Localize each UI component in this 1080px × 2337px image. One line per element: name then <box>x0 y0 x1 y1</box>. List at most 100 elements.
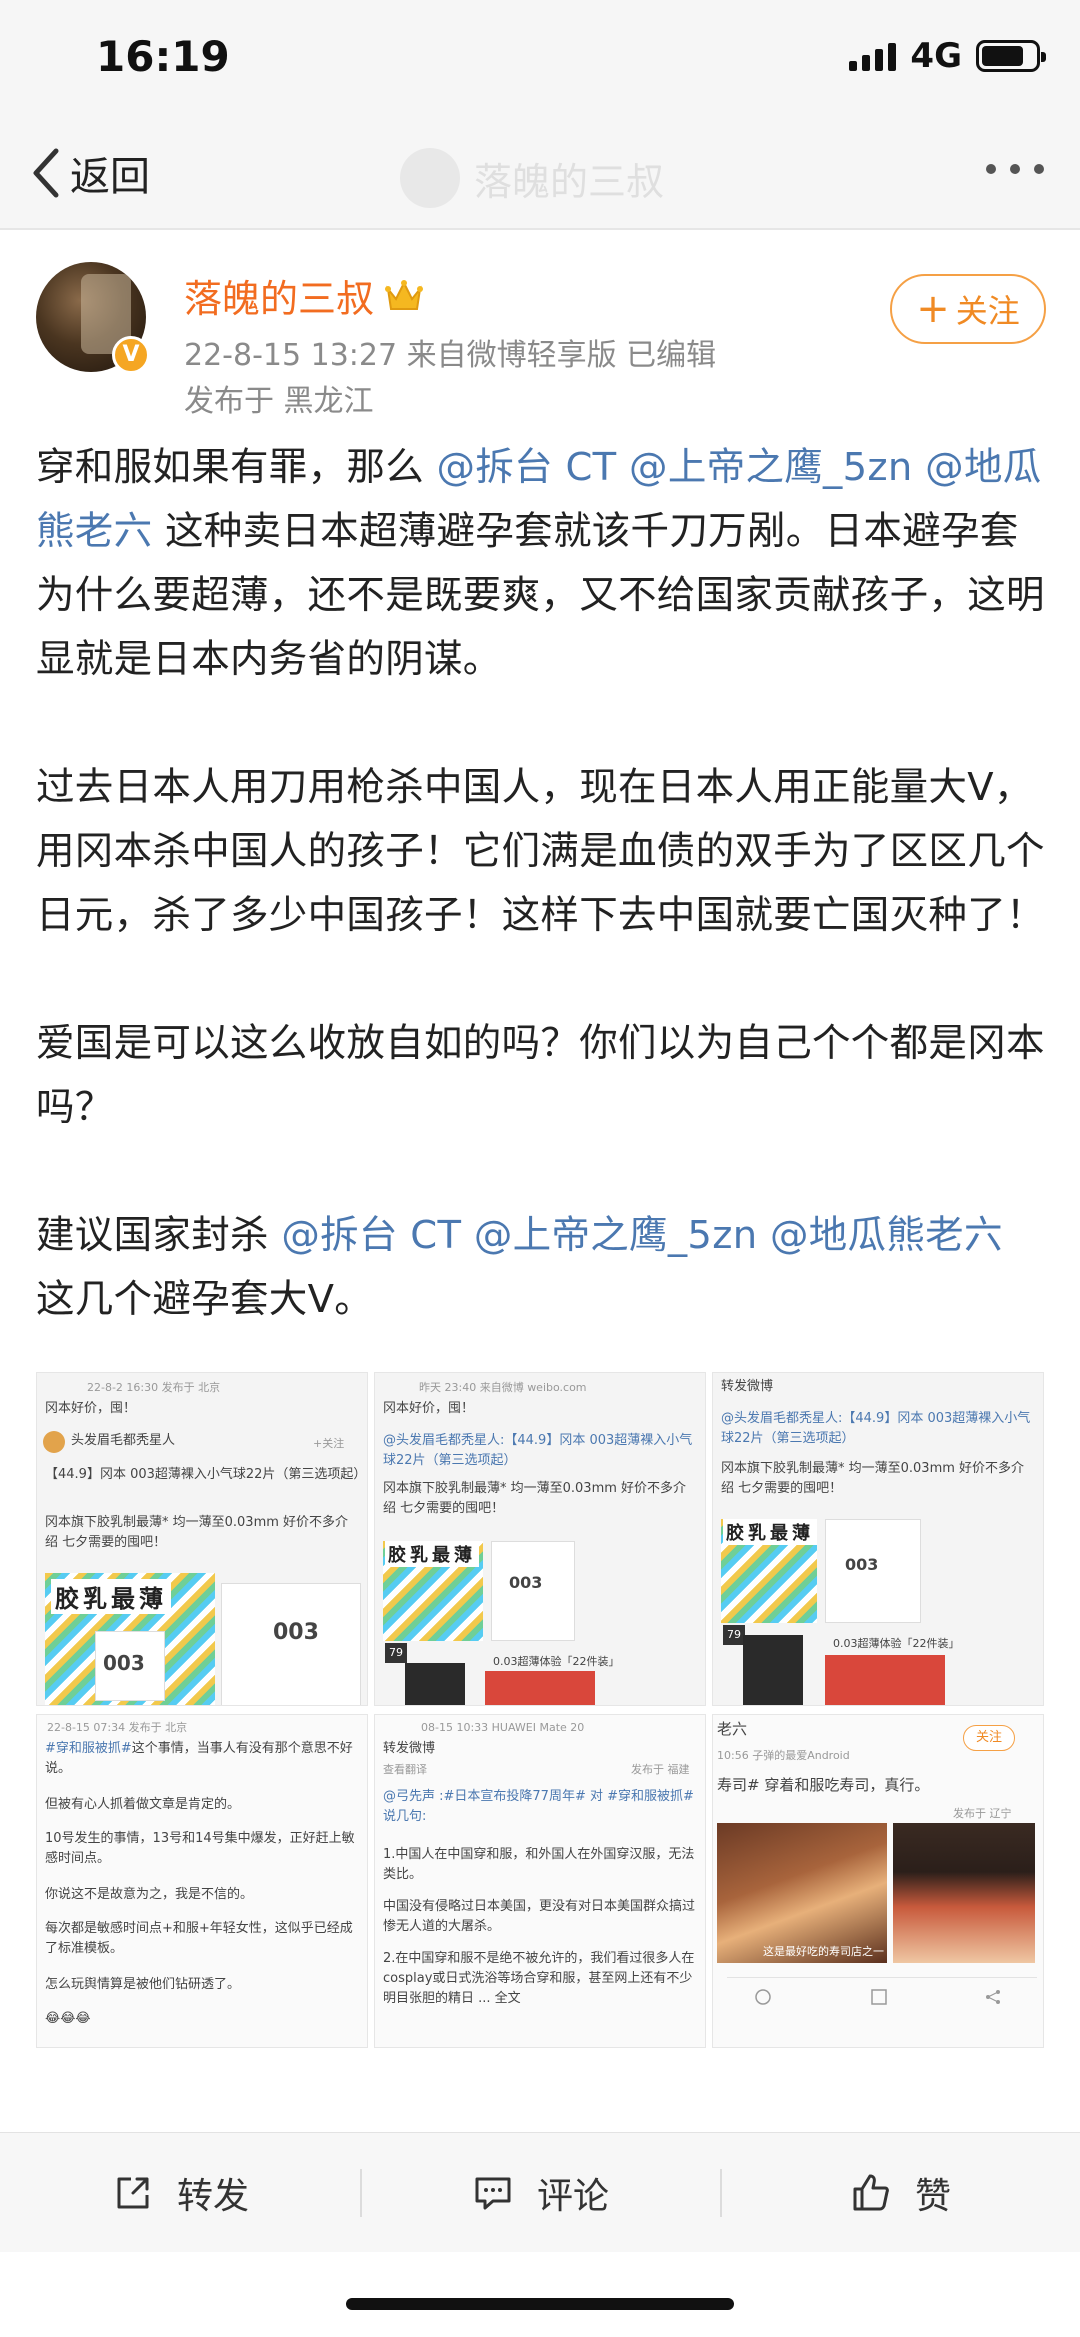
post-image-3[interactable]: 转发微博 @头发眉毛都秃星人:【44.9】冈本 003超薄裸入小气球22片（第三… <box>712 1372 1044 1706</box>
post-image-1[interactable]: 22-8-2 16:30 发布于 北京 冈本好价，囤！ 头发眉毛都秃星人 +关注… <box>36 1372 368 1706</box>
repost-label: 转发 <box>176 2175 249 2217</box>
img1-line1: 冈本好价，囤！ <box>45 1401 137 1416</box>
nav-bar: 返回 落魄的三叔 <box>0 120 1080 230</box>
share-icon <box>117 2177 149 2208</box>
img6-comment-icon <box>871 1989 887 2005</box>
post-image-4[interactable]: 22-8-15 07:34 发布于 北京 #穿和服被抓#这个事情，当事人有没有那… <box>36 1714 368 2048</box>
thumbs-up-icon <box>853 2174 889 2210</box>
img1-text2: 冈本旗下胶乳制最薄* 均一薄至0.03mm 好价不多介绍 七夕需要的囤吧！ <box>45 1515 349 1550</box>
more-icon[interactable] <box>986 164 1044 174</box>
post-paragraph-3: 爱国是可以这么收放自如的吗？你们以为自己个个都是冈本吗？ <box>36 1021 1045 1130</box>
back-button[interactable]: 返回 <box>28 144 150 202</box>
battery-icon <box>976 40 1046 72</box>
status-bar: 16:19 4G <box>0 0 1080 120</box>
img5-header: 转发微博 <box>383 1741 436 1756</box>
signal-icon <box>849 41 897 71</box>
comment-icon <box>475 2177 511 2209</box>
img4-l4: 你说这不是故意为之，我是不信的。 <box>45 1887 254 1902</box>
crown-icon <box>385 279 424 310</box>
post-author: V 落魄的三叔 22-8-15 13:27 来自微博轻享版 已编辑 发布于 黑龙… <box>36 260 1046 430</box>
like-button[interactable]: 赞 <box>720 2133 1080 2252</box>
post-text-segment: 建议国家封杀 <box>36 1213 282 1258</box>
img1-product-num-2: 003 <box>273 1620 319 1645</box>
back-label: 返回 <box>70 154 150 200</box>
img4-l5: 每次都是敏感时间点+和服+年轻女性，这似乎已经成了标准模板。 <box>45 1921 353 1956</box>
img4-l6: 怎么玩舆情算是被他们钻研透了。 <box>45 1977 241 1992</box>
img2-product-title: 胶乳最薄 <box>385 1541 479 1567</box>
img3-price: 79 <box>723 1625 745 1645</box>
post-image-5[interactable]: 08-15 10:33 HUAWEI Mate 20 转发微博 查看翻译 发布于… <box>374 1714 706 2048</box>
img2-product-num: 003 <box>509 1573 543 1592</box>
post-text-segment: 这种卖日本超薄避孕套就该千刀万剐。日本避孕套为什么要超薄，还不是既要爽，又不给国… <box>36 509 1045 682</box>
img4-meta: 22-8-15 07:34 发布于 北京 <box>47 1721 188 1734</box>
post-text-segment <box>913 445 926 490</box>
post-paragraph-4: 建议国家封杀 @拆台 CT @上帝之鹰_5zn @地瓜熊老六 这几个避孕套大V。 <box>36 1204 1046 1332</box>
img3-text2: 冈本旗下胶乳制最薄* 均一薄至0.03mm 好价不多介绍 七夕需要的囤吧！ <box>721 1461 1025 1496</box>
img5-text2: 1.中国人在中国穿和服，和外国人在外国穿汉服，无法类比。 <box>383 1847 695 1882</box>
action-bar: 转发 评论 赞 <box>0 2132 1080 2252</box>
img5-text1: @弓先声 :#日本宣布投降77周年# 对 #穿和服被抓# 说几句: <box>383 1787 699 1827</box>
img6-forward-icon <box>986 1990 1000 2004</box>
img5-meta: 08-15 10:33 HUAWEI Mate 20 <box>421 1721 585 1734</box>
img6-divider <box>727 1977 1037 1978</box>
post-text-segment <box>617 445 630 490</box>
img6-share-icon <box>755 1989 771 2005</box>
mention-link[interactable]: @上帝之鹰_5zn <box>474 1213 758 1258</box>
post-text-segment: 这几个避孕套大V。 <box>36 1277 374 1322</box>
img3-product-title: 胶乳最薄 <box>723 1519 817 1545</box>
img3-text1: @头发眉毛都秃星人:【44.9】冈本 003超薄裸入小气球22片（第三选项起） <box>721 1409 1037 1449</box>
img1-product-title: 胶乳最薄 <box>51 1579 171 1614</box>
like-label: 赞 <box>914 2175 951 2217</box>
img5-loc: 发布于 福建 <box>631 1763 690 1776</box>
img6-text: 寿司# 穿着和服吃寿司，真行。 <box>717 1776 930 1794</box>
img4-hashtag: #穿和服被抓# <box>45 1741 132 1756</box>
status-time: 16:19 <box>96 32 230 81</box>
img2-text1-content: @头发眉毛都秃星人:【44.9】冈本 003超薄裸入小气球22片（第三选项起） <box>383 1433 693 1468</box>
img6-meta: 10:56 子弹的最爱Android <box>717 1749 850 1762</box>
img4-l2: 但被有心人抓着做文章是肯定的。 <box>45 1797 241 1812</box>
img2-price: 79 <box>385 1643 407 1663</box>
nav-title-ghost: 落魄的三叔 <box>400 148 664 208</box>
img2-dark-panel <box>405 1663 465 1705</box>
mention-link[interactable]: @拆台 CT <box>437 445 617 490</box>
author-name[interactable]: 落魄的三叔 <box>184 268 374 323</box>
post-text-segment <box>757 1213 770 1258</box>
follow-button[interactable]: + 关注 <box>890 274 1046 344</box>
comment-button[interactable]: 评论 <box>360 2133 720 2252</box>
post-body: 穿和服如果有罪，那么 @拆台 CT @上帝之鹰_5zn @地瓜熊老六 这种卖日本… <box>36 436 1046 1332</box>
post-paragraph-1: 穿和服如果有罪，那么 @拆台 CT @上帝之鹰_5zn @地瓜熊老六 这种卖日本… <box>36 436 1046 692</box>
img1-follow: +关注 <box>313 1437 345 1450</box>
mention-link[interactable]: @地瓜熊老六 <box>770 1213 1003 1258</box>
post-image-2[interactable]: 昨天 23:40 来自微博 weibo.com 冈本好价，囤！ @头发眉毛都秃星… <box>374 1372 706 1706</box>
img3-product-num: 003 <box>845 1555 879 1574</box>
img2-line1: 冈本好价，囤！ <box>383 1401 475 1416</box>
img1-user: 头发眉毛都秃星人 <box>71 1433 176 1448</box>
post-meta: 22-8-15 13:27 来自微博轻享版 已编辑 <box>184 338 717 373</box>
follow-label: 关注 <box>955 292 1020 330</box>
plus-icon: + <box>916 286 950 332</box>
post-text-segment: 穿和服如果有罪，那么 <box>36 445 437 490</box>
network-type: 4G <box>910 36 962 76</box>
img2-text1: @头发眉毛都秃星人:【44.9】冈本 003超薄裸入小气球22片（第三选项起） <box>383 1431 699 1471</box>
img6-caption: 这是最好吃的寿司店之一 <box>763 1945 884 1958</box>
img5-text1-content: @弓先声 :#日本宣布投降77周年# 对 #穿和服被抓# 说几句: <box>383 1789 694 1824</box>
image-grid: 22-8-2 16:30 发布于 北京 冈本好价，囤！ 头发眉毛都秃星人 +关注… <box>36 1372 1044 2048</box>
home-indicator[interactable] <box>346 2298 734 2310</box>
img4-l1: #穿和服被抓#这个事情，当事人有没有那个意思不好说。 <box>45 1739 361 1779</box>
mention-link[interactable]: @上帝之鹰_5zn <box>629 445 913 490</box>
mention-link[interactable]: @拆台 CT <box>281 1213 461 1258</box>
post-text-segment <box>461 1213 474 1258</box>
verified-badge: V <box>112 336 150 374</box>
img2-tag: 0.03超薄体验「22件装」 <box>493 1655 620 1668</box>
img3-text1-content: @头发眉毛都秃星人:【44.9】冈本 003超薄裸入小气球22片（第三选项起） <box>721 1411 1031 1446</box>
post-image-6[interactable]: 老六 10:56 子弹的最爱Android 关注 寿司# 穿着和服吃寿司，真行。… <box>712 1714 1044 2048</box>
repost-button[interactable]: 转发 <box>0 2133 360 2252</box>
img5-text4: 2.在中国穿和服不是绝不被允许的，我们看过很多人在cosplay或日式洗浴等场合… <box>383 1951 695 2006</box>
img1-meta: 22-8-2 16:30 发布于 北京 <box>87 1381 221 1394</box>
nav-title: 落魄的三叔 <box>474 159 665 204</box>
img3-header: 转发微博 <box>721 1379 774 1394</box>
post-paragraph-2: 过去日本人用刀用枪杀中国人，现在日本人用正能量大V，用冈本杀中国人的孩子！它们满… <box>36 765 1045 938</box>
img6-follow: 关注 <box>963 1725 1016 1751</box>
img3-dark-panel <box>743 1635 803 1705</box>
chevron-left-icon <box>33 148 59 198</box>
